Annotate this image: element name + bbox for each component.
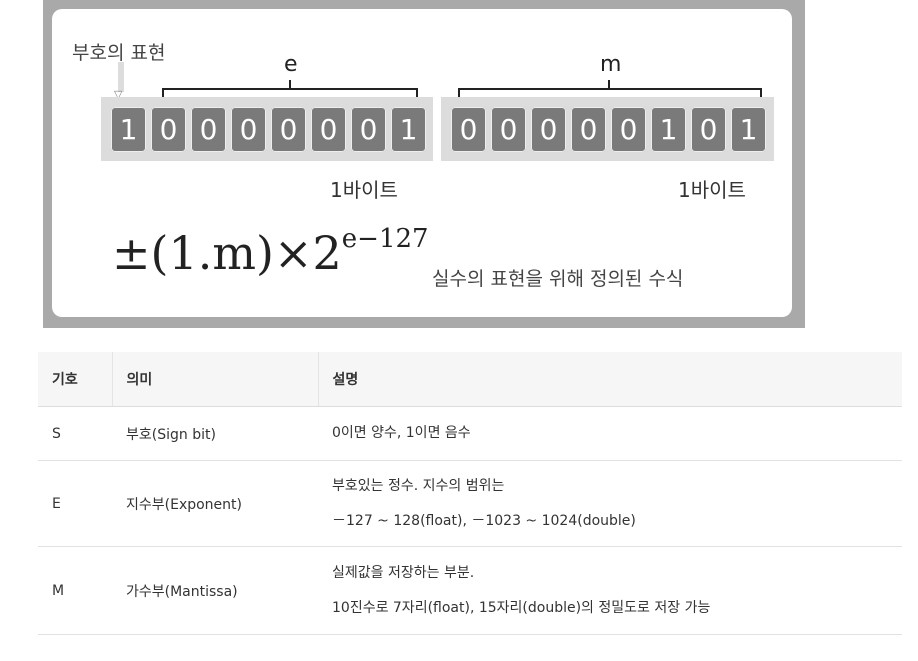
mantissa-bracket-tick — [608, 80, 610, 89]
cell-description: 부호있는 정수. 지수의 범위는 －127 ~ 128(float), －1023… — [318, 460, 902, 547]
bit-cell: 0 — [531, 107, 566, 152]
description-line: 부호있는 정수. 지수의 범위는 — [332, 477, 505, 494]
byte-label: 1바이트 — [678, 178, 746, 202]
bit-cell: 0 — [231, 107, 266, 152]
table-row: S 부호(Sign bit) 0이면 양수, 1이면 음수 — [38, 406, 902, 461]
bit-cell: 0 — [191, 107, 226, 152]
sign-label: 부호의 표현 — [72, 42, 166, 64]
exponent-byte: 1 0 0 0 0 0 0 1 — [101, 97, 433, 161]
bit-cell: 0 — [451, 107, 486, 152]
header-meaning: 의미 — [111, 352, 318, 407]
table-row: E 지수부(Exponent) 부호있는 정수. 지수의 범위는 －127 ~ 1… — [38, 460, 902, 547]
formula-caption: 실수의 표현을 위해 정의된 수식 — [432, 268, 684, 290]
description-line: 실제값을 저장하는 부분. — [332, 564, 475, 581]
table-row: M 가수부(Mantissa) 실제값을 저장하는 부분. 10진수로 7자리(f… — [38, 546, 902, 635]
cell-meaning: 지수부(Exponent) — [112, 460, 318, 547]
mantissa-label: m — [600, 52, 622, 77]
description-line: 0이면 양수, 1이면 음수 — [332, 425, 471, 441]
exponent-bracket-tick — [289, 80, 291, 89]
formula-main: ±(1.m)×2 — [112, 226, 342, 280]
mantissa-byte: 0 0 0 0 0 1 0 1 — [441, 97, 774, 161]
description-line: 10진수로 7자리(float), 15자리(double)의 정밀도로 저장 … — [332, 599, 711, 616]
bit-cell: 0 — [691, 107, 726, 152]
cell-meaning: 가수부(Mantissa) — [112, 546, 318, 635]
bit-cell: 0 — [311, 107, 346, 152]
header-symbol: 기호 — [38, 352, 112, 407]
bit-cell: 0 — [351, 107, 386, 152]
bit-cell: 0 — [271, 107, 306, 152]
byte-label: 1바이트 — [330, 178, 398, 202]
cell-description: 실제값을 저장하는 부분. 10진수로 7자리(float), 15자리(doub… — [318, 546, 902, 635]
cell-symbol: E — [38, 460, 112, 547]
cell-symbol: S — [38, 406, 112, 461]
description-line: －127 ~ 128(float), －1023 ~ 1024(double) — [332, 512, 636, 529]
bit-cell: 0 — [611, 107, 646, 152]
float-formula: ±(1.m)×2e−127 — [112, 223, 429, 280]
bit-cell: 1 — [111, 107, 146, 152]
exponent-label: e — [284, 52, 298, 77]
formula-exponent: e−127 — [341, 223, 429, 254]
bit-cell: 0 — [571, 107, 606, 152]
float-components-table: 기호 의미 설명 S 부호(Sign bit) 0이면 양수, 1이면 음수 E… — [38, 352, 902, 635]
cell-description: 0이면 양수, 1이면 음수 — [318, 406, 902, 461]
bit-cell: 1 — [391, 107, 426, 152]
cell-symbol: M — [38, 546, 112, 635]
cell-meaning: 부호(Sign bit) — [112, 406, 318, 461]
bit-cell: 1 — [731, 107, 766, 152]
header-description: 설명 — [317, 352, 902, 407]
bit-cell: 0 — [491, 107, 526, 152]
bit-cell: 1 — [651, 107, 686, 152]
table-header-row: 기호 의미 설명 — [38, 352, 902, 407]
bit-cell: 0 — [151, 107, 186, 152]
